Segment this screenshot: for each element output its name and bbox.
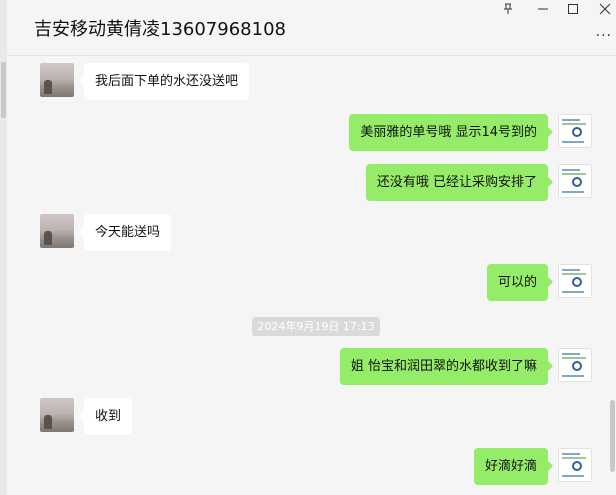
self-avatar[interactable] — [558, 348, 592, 382]
message-timestamp: 2024年9月19日 17:13 — [252, 317, 380, 336]
message-row: 姐 怡宝和润田翠的水都收到了嘛 — [339, 348, 592, 385]
contact-avatar[interactable] — [40, 63, 74, 97]
message-row: 好滴好滴 — [473, 448, 592, 485]
chat-header: 吉安移动黄倩凌13607968108 ··· — [7, 0, 616, 56]
message-row: 还没有哦 已经让采购安排了 — [365, 164, 592, 201]
contact-avatar[interactable] — [40, 398, 74, 432]
message-bubble[interactable]: 今天能送吗 — [78, 214, 172, 251]
maximize-icon[interactable] — [562, 1, 584, 17]
contact-list-scrollbar[interactable] — [1, 62, 6, 118]
contact-list-edge — [0, 0, 7, 495]
self-avatar[interactable] — [558, 448, 592, 482]
message-row: 我后面下单的水还没送吧 — [40, 63, 250, 100]
self-avatar[interactable] — [558, 114, 592, 148]
message-row: 可以的 — [486, 264, 592, 301]
message-row: 今天能送吗 — [40, 214, 172, 251]
self-avatar[interactable] — [558, 264, 592, 298]
minimize-icon[interactable] — [532, 1, 554, 17]
message-bubble[interactable]: 可以的 — [486, 264, 554, 301]
close-icon[interactable] — [594, 1, 616, 17]
chat-scrollbar[interactable] — [610, 400, 615, 472]
chat-window: 吉安移动黄倩凌13607968108 ··· 我后面下单的水还没送吧 美丽雅的单… — [0, 0, 616, 495]
more-options-button[interactable]: ··· — [596, 28, 612, 44]
message-bubble[interactable]: 姐 怡宝和润田翠的水都收到了嘛 — [339, 348, 554, 385]
message-bubble[interactable]: 美丽雅的单号哦 显示14号到的 — [349, 114, 553, 151]
chat-title: 吉安移动黄倩凌13607968108 — [34, 19, 286, 40]
message-bubble[interactable]: 好滴好滴 — [473, 448, 554, 485]
message-bubble[interactable]: 我后面下单的水还没送吧 — [78, 63, 250, 100]
self-avatar[interactable] — [558, 164, 592, 198]
message-bubble[interactable]: 还没有哦 已经让采购安排了 — [365, 164, 554, 201]
message-bubble[interactable]: 收到 — [78, 398, 133, 435]
pin-icon[interactable] — [497, 1, 519, 17]
message-row: 美丽雅的单号哦 显示14号到的 — [349, 114, 592, 151]
message-row: 收到 — [40, 398, 133, 435]
contact-avatar[interactable] — [40, 214, 74, 248]
